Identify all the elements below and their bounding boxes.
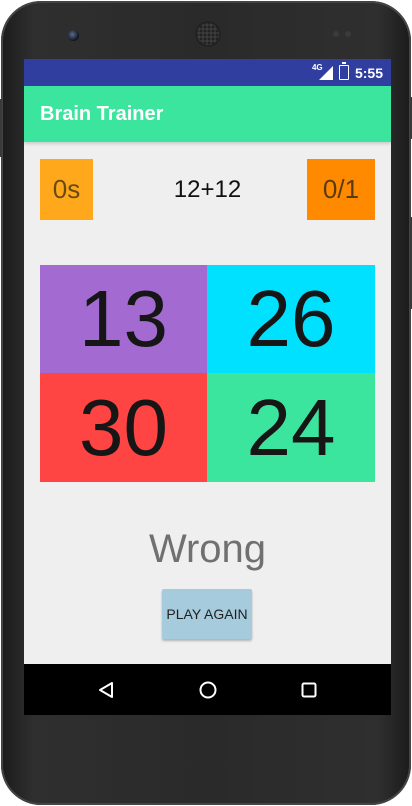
light-sensor xyxy=(345,31,351,37)
app-title: Brain Trainer xyxy=(40,103,164,125)
proximity-sensor xyxy=(333,31,339,37)
back-icon[interactable] xyxy=(86,664,126,715)
timer-display: 0s xyxy=(40,159,93,220)
status-bar: 4G ⚡ 5:55 xyxy=(24,59,391,86)
front-camera xyxy=(68,30,79,41)
status-icons: 4G ⚡ 5:55 xyxy=(312,59,383,86)
phone-frame: 4G ⚡ 5:55 Brain Trainer 0s 12+12 0/1 13 … xyxy=(0,1,412,805)
status-time: 5:55 xyxy=(354,64,383,81)
app-bar: Brain Trainer xyxy=(24,86,391,142)
answer-button-2[interactable]: 30 xyxy=(40,373,207,482)
screen: 4G ⚡ 5:55 Brain Trainer 0s 12+12 0/1 13 … xyxy=(24,59,391,715)
signal-icon: 4G xyxy=(312,63,333,80)
answer-button-0[interactable]: 13 xyxy=(40,265,207,373)
answer-button-1[interactable]: 26 xyxy=(207,265,375,373)
question-text: 12+12 xyxy=(173,175,242,203)
answer-button-3[interactable]: 24 xyxy=(207,373,375,482)
answer-grid: 13 26 30 24 xyxy=(40,265,375,482)
play-again-button[interactable]: PLAY AGAIN xyxy=(162,589,252,639)
side-button xyxy=(0,99,2,157)
battery-icon: ⚡ xyxy=(338,62,349,80)
recents-icon[interactable] xyxy=(289,664,329,715)
score-display: 0/1 xyxy=(307,159,375,220)
navigation-bar xyxy=(24,664,391,715)
home-icon[interactable] xyxy=(188,664,228,715)
result-text: Wrong xyxy=(148,527,267,571)
earpiece-speaker xyxy=(197,23,219,45)
